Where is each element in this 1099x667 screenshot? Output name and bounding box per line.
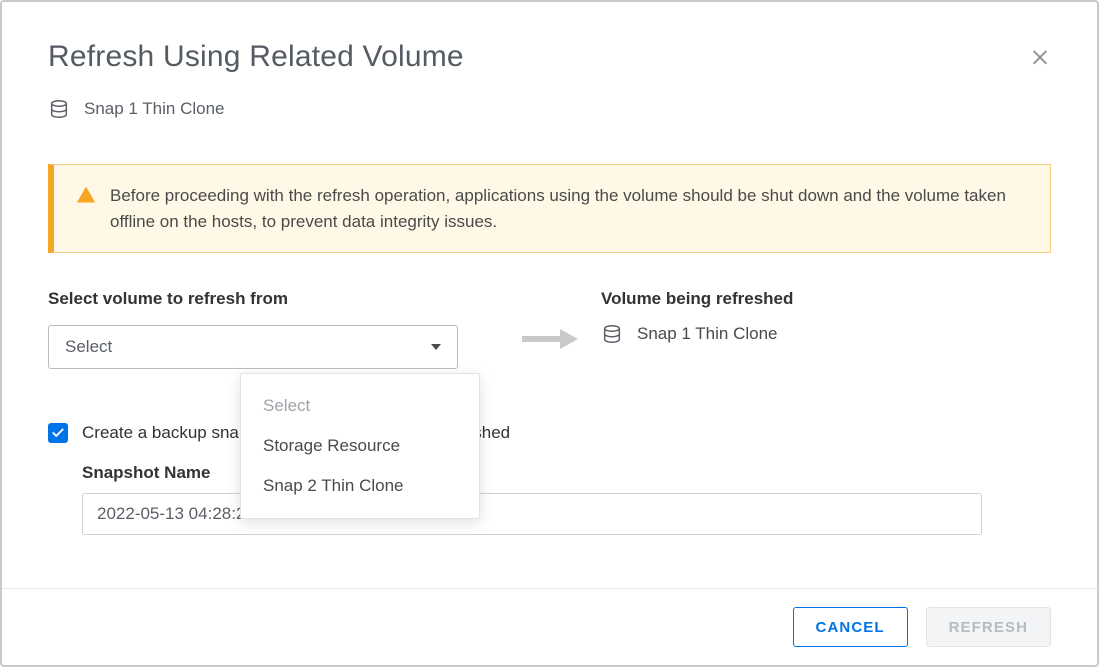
select-volume-wrap: Select Select Storage Resource Snap 2 Th…: [48, 325, 501, 369]
arrow-right-icon: [522, 327, 580, 356]
refreshed-volume-row: Snap 1 Thin Clone: [601, 323, 1051, 345]
backup-snapshot-checkbox[interactable]: [48, 423, 68, 443]
cancel-button[interactable]: CANCEL: [793, 607, 908, 647]
volume-icon: [601, 323, 623, 345]
warning-icon: [76, 185, 96, 234]
modal-title: Refresh Using Related Volume: [48, 40, 464, 74]
close-icon: [1029, 45, 1051, 67]
refreshed-volume-name: Snap 1 Thin Clone: [637, 324, 778, 344]
refreshed-label: Volume being refreshed: [601, 289, 1051, 309]
chevron-down-icon: [431, 344, 441, 350]
snapshot-name-input[interactable]: [82, 493, 982, 535]
selection-row: Select volume to refresh from Select Sel…: [48, 289, 1051, 369]
warning-text: Before proceeding with the refresh opera…: [110, 183, 1028, 234]
dropdown-option-storage-resource[interactable]: Storage Resource: [241, 426, 479, 466]
refresh-related-volume-modal: Refresh Using Related Volume Snap 1 Thin…: [0, 0, 1099, 667]
select-volume-value: Select: [65, 337, 112, 357]
select-column: Select volume to refresh from Select Sel…: [48, 289, 501, 369]
select-volume-dropdown-menu: Select Storage Resource Snap 2 Thin Clon…: [240, 373, 480, 519]
warning-banner: Before proceeding with the refresh opera…: [48, 164, 1051, 253]
snapshot-name-block: Snapshot Name: [82, 463, 1051, 535]
modal-body: Refresh Using Related Volume Snap 1 Thin…: [2, 2, 1097, 588]
volume-icon: [48, 98, 70, 120]
select-volume-label: Select volume to refresh from: [48, 289, 501, 309]
dropdown-option-placeholder: Select: [241, 386, 479, 426]
arrow-column: [501, 289, 601, 356]
snapshot-name-label: Snapshot Name: [82, 463, 1051, 483]
modal-footer: CANCEL REFRESH: [2, 588, 1097, 665]
title-row: Refresh Using Related Volume: [48, 40, 1051, 74]
close-button[interactable]: [1029, 44, 1051, 72]
check-icon: [51, 426, 65, 440]
source-volume-row: Snap 1 Thin Clone: [48, 98, 1051, 120]
source-volume-name: Snap 1 Thin Clone: [84, 99, 225, 119]
select-volume-dropdown[interactable]: Select: [48, 325, 458, 369]
dropdown-option-snap2[interactable]: Snap 2 Thin Clone: [241, 466, 479, 506]
refreshed-column: Volume being refreshed Snap 1 Thin Clone: [601, 289, 1051, 345]
refresh-button[interactable]: REFRESH: [926, 607, 1051, 647]
backup-snapshot-row: Create a backup snapshot of the volume b…: [48, 423, 1051, 443]
